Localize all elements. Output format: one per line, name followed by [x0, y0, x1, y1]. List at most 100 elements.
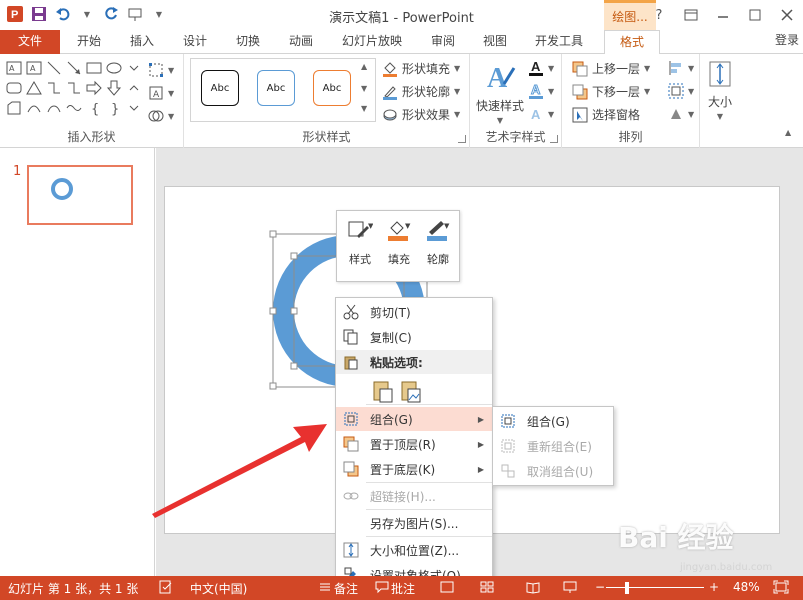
rectangle-shape-icon[interactable] — [86, 60, 102, 76]
wave-shape-icon[interactable] — [66, 100, 82, 116]
arc-shape-icon[interactable] — [46, 100, 62, 116]
vertical-textbox-shape-icon[interactable]: A — [26, 60, 42, 76]
maximize-button[interactable] — [739, 0, 771, 30]
more-shapes-icon[interactable] — [126, 60, 142, 76]
tab-view[interactable]: 视图 — [472, 30, 518, 54]
tab-format[interactable]: 格式 — [604, 30, 660, 55]
draw-textbox-button[interactable]: A ▼ — [148, 85, 174, 101]
slide-sorter-icon[interactable] — [480, 580, 494, 597]
zoom-slider-track[interactable] — [606, 587, 704, 588]
curve-shape-icon[interactable] — [26, 100, 42, 116]
wordart-launcher[interactable] — [550, 135, 558, 143]
triangle-shape-icon[interactable] — [26, 80, 42, 96]
menu-item-cut[interactable]: 剪切(T) — [336, 300, 492, 324]
slide-thumbnail[interactable] — [27, 165, 133, 225]
oval-shape-icon[interactable] — [106, 60, 122, 76]
paste-keep-format-icon[interactable] — [372, 379, 394, 403]
fit-slide-icon[interactable] — [773, 580, 789, 597]
shape-effects-button[interactable]: 形状效果 ▼ — [382, 106, 460, 123]
ribbon-display-button[interactable] — [675, 0, 707, 30]
menu-item-group[interactable]: 组合(G) ▶ — [336, 407, 492, 431]
rounded-rect-shape-icon[interactable] — [6, 80, 22, 96]
bring-forward-button[interactable]: 上移一层 ▼ — [572, 60, 650, 77]
resize-handle[interactable] — [269, 382, 277, 390]
tab-review[interactable]: 审阅 — [418, 30, 468, 54]
tab-file[interactable]: 文件 — [0, 30, 60, 54]
submenu-item-regroup[interactable]: 重新组合(E) — [493, 434, 613, 458]
tab-home[interactable]: 开始 — [63, 30, 115, 54]
elbow-connector-shape-icon[interactable] — [46, 80, 62, 96]
resize-handle[interactable] — [290, 307, 298, 315]
align-button[interactable]: ▼ — [668, 60, 694, 76]
menu-item-copy[interactable]: 复制(C) — [336, 325, 492, 349]
submenu-item-group[interactable]: 组合(G) — [493, 409, 613, 433]
edit-shape-button[interactable]: ▼ — [148, 62, 174, 78]
shape-outline-button[interactable]: 形状轮廓 ▼ — [382, 83, 460, 100]
scroll-up-icon[interactable] — [126, 80, 142, 96]
menu-item-hyperlink[interactable]: 超链接(H)... — [336, 484, 492, 508]
mini-fill-button[interactable]: ▼ 填充 — [380, 217, 418, 267]
tab-slideshow[interactable]: 幻灯片放映 — [333, 30, 411, 54]
zoom-out-button[interactable]: − — [595, 580, 605, 594]
mini-outline-button[interactable]: ▼ 轮廓 — [419, 217, 457, 267]
tab-developer[interactable]: 开发工具 — [526, 30, 592, 54]
menu-item-save-as-picture[interactable]: 另存为图片(S)... — [336, 511, 492, 535]
mini-style-button[interactable]: ▼ 样式 — [341, 217, 379, 267]
quick-styles-button[interactable]: A 快速样式 ▼ — [476, 60, 524, 125]
line-shape-icon[interactable] — [46, 60, 62, 76]
gallery-expand-icon[interactable] — [126, 100, 142, 116]
help-button[interactable]: ? — [643, 0, 675, 30]
comments-icon[interactable] — [375, 580, 389, 597]
gallery-more[interactable]: ▼ — [361, 104, 367, 113]
comments-button[interactable]: 批注 — [391, 580, 415, 597]
rotate-button[interactable]: ▼ — [668, 106, 694, 122]
menu-item-send-to-back[interactable]: 置于底层(K) ▶ — [336, 457, 492, 481]
collapse-ribbon-button[interactable]: ▲ — [785, 128, 791, 137]
gallery-scroll-down[interactable]: ▼ — [361, 84, 367, 93]
textbox-shape-icon[interactable]: A — [6, 60, 22, 76]
shape-gallery[interactable]: A A { } — [6, 60, 139, 120]
brace-left-shape-icon[interactable]: { — [86, 100, 102, 116]
menu-item-size-position[interactable]: 大小和位置(Z)... — [336, 538, 492, 562]
resize-handle[interactable] — [269, 307, 277, 315]
zoom-slider-thumb[interactable] — [625, 582, 629, 594]
selection-pane-button[interactable]: 选择窗格 — [572, 106, 640, 123]
resize-handle[interactable] — [290, 252, 298, 260]
style-preset-black[interactable]: Abc — [201, 70, 239, 106]
gallery-scroll-up[interactable]: ▲ — [361, 62, 367, 71]
close-button[interactable] — [771, 0, 803, 30]
normal-view-icon[interactable] — [440, 580, 454, 597]
tab-design[interactable]: 设计 — [169, 30, 221, 54]
arrow-line-shape-icon[interactable] — [66, 60, 82, 76]
shape-styles-launcher[interactable] — [458, 135, 466, 143]
slideshow-icon[interactable] — [563, 580, 577, 597]
paste-as-picture-icon[interactable] — [400, 379, 422, 403]
freeform-shape-icon[interactable] — [6, 100, 22, 116]
size-button[interactable]: 大小 ▼ — [706, 60, 734, 121]
tab-transitions[interactable]: 切换 — [223, 30, 273, 54]
elbow-arrow-shape-icon[interactable] — [66, 80, 82, 96]
tab-animations[interactable]: 动画 — [275, 30, 327, 54]
merge-shapes-button[interactable]: ▼ — [148, 108, 174, 124]
style-preset-blue[interactable]: Abc — [257, 70, 295, 106]
tab-insert[interactable]: 插入 — [117, 30, 167, 54]
resize-handle[interactable] — [290, 362, 298, 370]
zoom-level[interactable]: 48% — [733, 580, 760, 594]
text-effects-button[interactable]: A ▼ — [528, 106, 554, 122]
resize-handle[interactable] — [269, 230, 277, 238]
submenu-item-ungroup[interactable]: 取消组合(U) — [493, 459, 613, 483]
notes-button[interactable]: 备注 — [334, 580, 358, 597]
zoom-in-button[interactable]: + — [709, 580, 719, 594]
brace-right-shape-icon[interactable]: } — [106, 100, 122, 116]
reading-view-icon[interactable] — [526, 580, 540, 597]
style-preset-orange[interactable]: Abc — [313, 70, 351, 106]
group-objects-button[interactable]: ▼ — [668, 83, 694, 99]
send-backward-button[interactable]: 下移一层 ▼ — [572, 83, 650, 100]
menu-item-bring-to-front[interactable]: 置于顶层(R) ▶ — [336, 432, 492, 456]
notes-icon[interactable] — [318, 580, 332, 597]
spellcheck-icon[interactable] — [159, 580, 173, 597]
language-status[interactable]: 中文(中国) — [190, 580, 247, 597]
minimize-button[interactable] — [707, 0, 739, 30]
shape-fill-button[interactable]: 形状填充 ▼ — [382, 60, 460, 77]
block-arrow-shape-icon[interactable] — [86, 80, 102, 96]
